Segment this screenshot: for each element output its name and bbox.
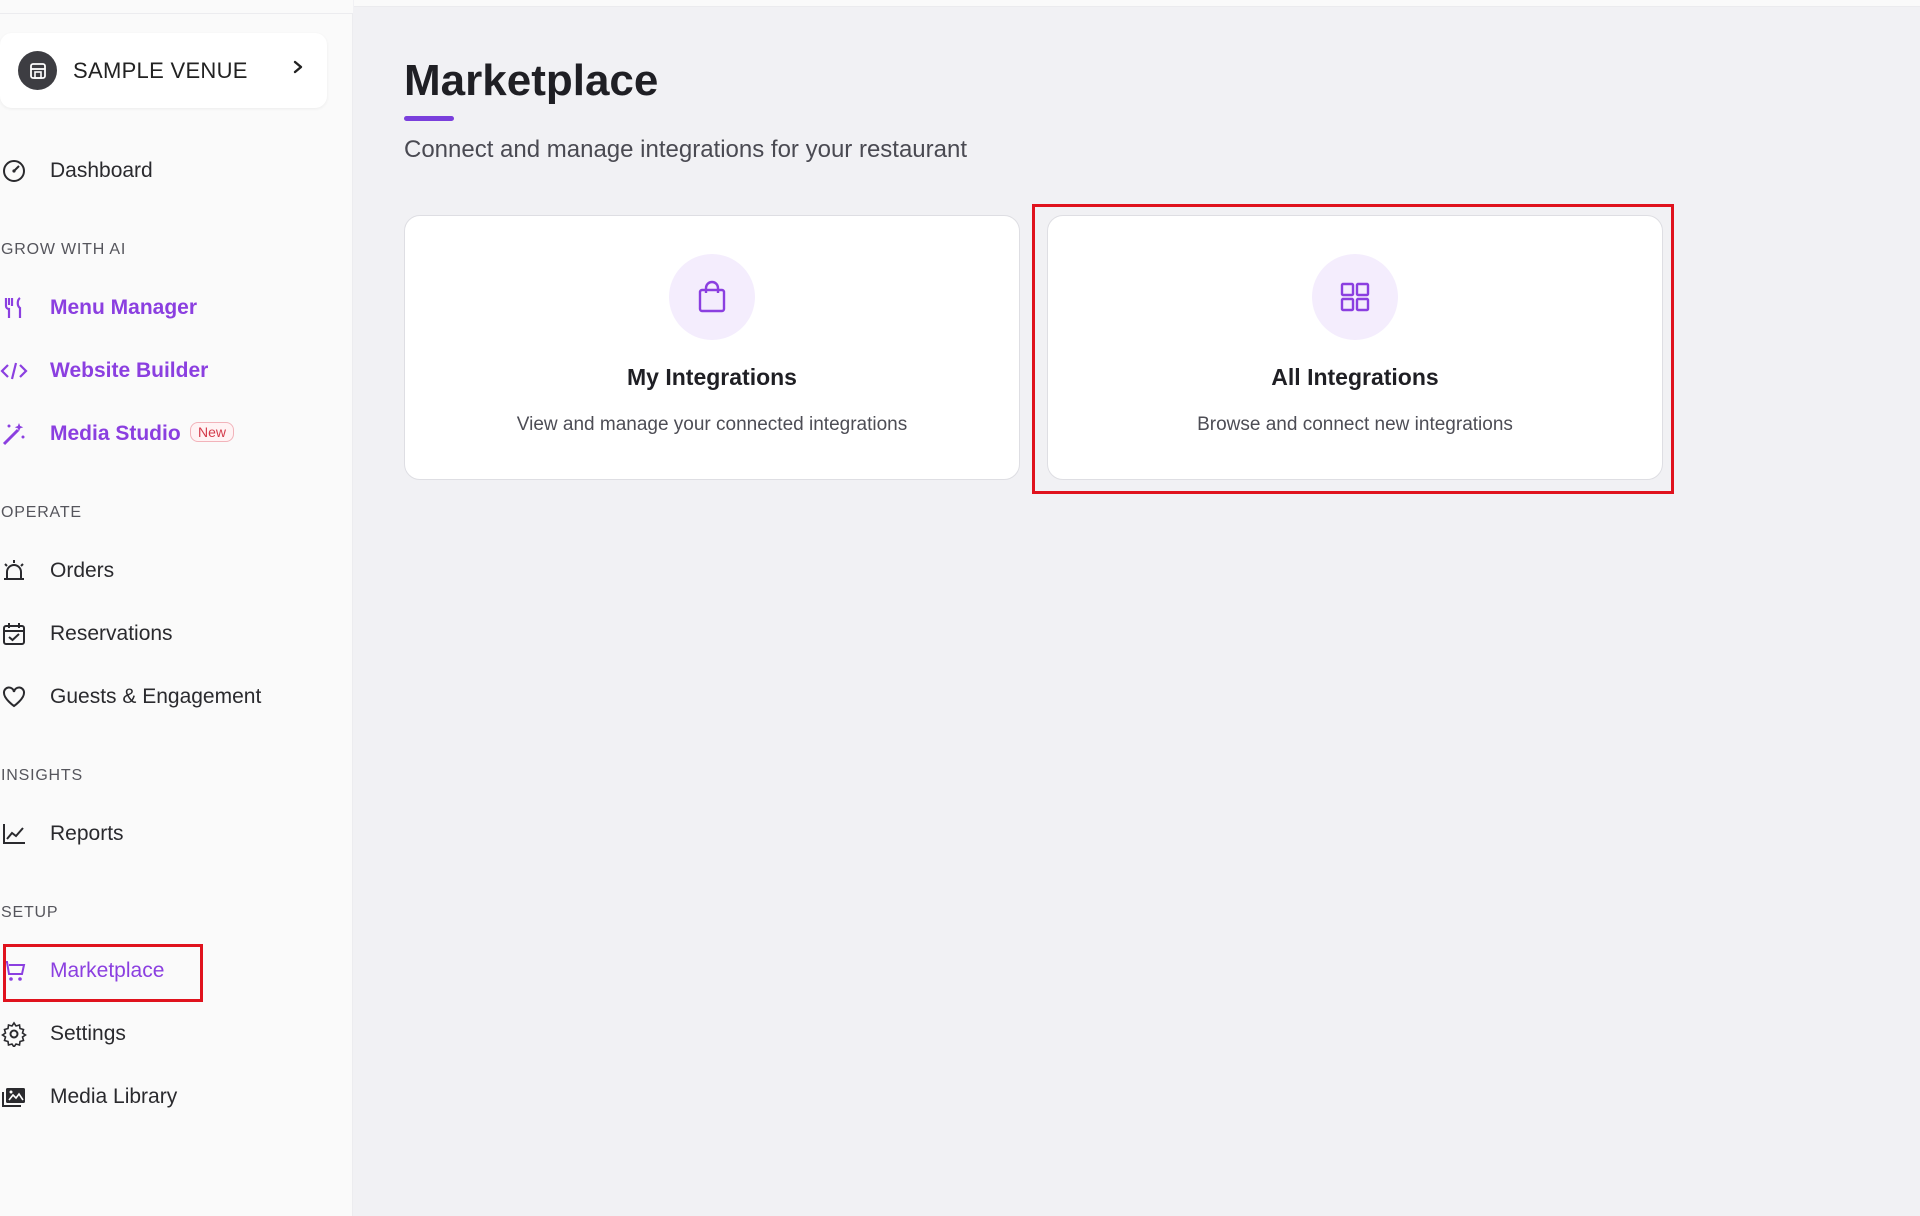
store-icon [18,51,57,90]
sidebar-top-divider [0,0,353,14]
sidebar: SAMPLE VENUE Dashboard GROW WITH AI Menu… [0,0,353,1216]
sidebar-item-label: Guests & Engagement [50,685,262,708]
card-title: My Integrations [627,364,797,390]
highlight-box-marketplace [3,944,203,1002]
main-top-divider [354,0,1920,7]
card-description: View and manage your connected integrati… [516,414,908,435]
gear-icon [0,1020,28,1048]
sidebar-item-label: Menu Manager [50,296,198,319]
chevron-right-icon [291,57,305,82]
code-icon [0,357,28,385]
alarm-icon [0,557,28,585]
page-title: Marketplace [404,56,659,105]
sidebar-item-label: Website Builder [50,359,209,382]
sidebar-item-menu-manager[interactable]: Menu Manager [0,288,197,328]
venue-selector[interactable]: SAMPLE VENUE [0,33,327,108]
sidebar-item-guests-engagement[interactable]: Guests & Engagement [0,677,261,717]
sidebar-item-dashboard[interactable]: Dashboard [0,151,153,191]
fork-knife-icon [0,294,28,322]
sidebar-item-media-library[interactable]: Media Library [0,1077,177,1117]
image-gallery-icon [0,1083,28,1111]
sidebar-item-settings[interactable]: Settings [0,1014,126,1054]
sidebar-item-label: Reservations [50,622,173,645]
section-label-operate: OPERATE [1,504,82,521]
section-label-grow: GROW WITH AI [1,241,127,258]
title-underline [404,116,454,121]
sidebar-item-reservations[interactable]: Reservations [0,614,173,654]
sidebar-item-label: Settings [50,1022,126,1045]
section-label-setup: SETUP [1,904,59,921]
sidebar-item-orders[interactable]: Orders [0,551,114,591]
sidebar-item-label: Media Studio [50,422,181,445]
sidebar-item-website-builder[interactable]: Website Builder [0,351,208,391]
sidebar-item-label: Reports [50,822,124,845]
sidebar-item-media-studio[interactable]: Media Studio New [0,414,235,454]
section-label-insights: INSIGHTS [1,767,83,784]
venue-name: SAMPLE VENUE [73,57,248,83]
my-integrations-card[interactable]: My Integrations View and manage your con… [404,215,1020,480]
line-chart-icon [0,820,28,848]
calendar-check-icon [0,620,28,648]
sidebar-item-reports[interactable]: Reports [0,814,124,854]
shopping-bag-icon [669,254,755,340]
speedometer-icon [0,157,28,185]
page-subtitle: Connect and manage integrations for your… [404,136,968,163]
sidebar-item-label: Orders [50,559,115,582]
highlight-box-all-integrations [1032,204,1674,494]
heart-icon [0,683,28,711]
new-badge: New [190,422,235,442]
magic-wand-icon [0,420,28,448]
sidebar-item-label: Media Library [50,1085,178,1108]
sidebar-item-label: Dashboard [50,159,153,182]
